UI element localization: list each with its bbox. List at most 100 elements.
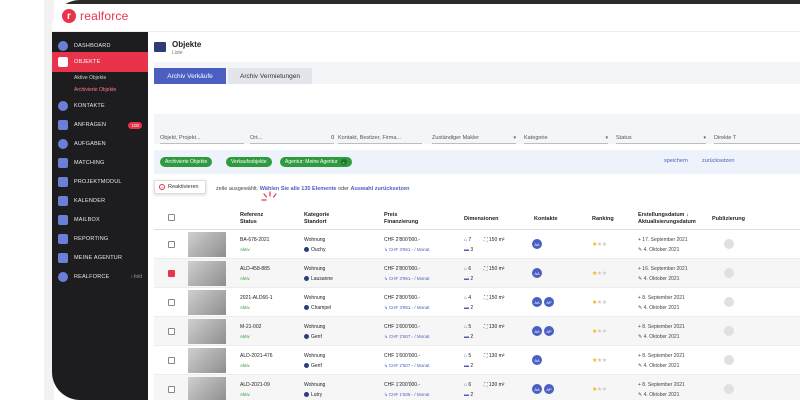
header-ranking[interactable]: Ranking [592, 216, 614, 223]
header-kategorie[interactable]: Kategorie Standort [304, 212, 329, 226]
ranking-stars[interactable]: ★★★ [592, 241, 607, 248]
filter-placeholder: Status [616, 134, 632, 141]
reaktivieren-menu-item[interactable]: + Reaktivieren [154, 180, 206, 194]
contact-avatar[interactable]: AA [532, 326, 542, 336]
kontakt-filter-input[interactable]: Kontakt, Besitzer, Firma... [338, 132, 422, 144]
contact-avatar[interactable]: AP [544, 326, 554, 336]
objekt-filter-input[interactable]: Objekt, Projekt... [160, 132, 244, 144]
publish-toggle[interactable] [724, 326, 734, 336]
rooms-value: 5 [468, 353, 472, 359]
publish-toggle[interactable] [724, 384, 734, 394]
sidebar-item-matching[interactable]: MATCHING [52, 153, 148, 173]
area-text: ⛶ 150 m² [484, 266, 504, 272]
sidebar-item-label: OBJEKTE [74, 59, 101, 65]
chip-archivierte-objekte[interactable]: Archivierte Objekte [160, 157, 213, 167]
header-referenz[interactable]: Referenz Status [240, 212, 263, 226]
publish-toggle[interactable] [724, 297, 734, 307]
reference-text[interactable]: M-21-002 [240, 324, 261, 330]
select-all-checkbox[interactable] [168, 214, 175, 221]
reset-filter-button[interactable]: zurücksetzen [702, 158, 734, 164]
rooms-text: ⌂ 7 [464, 237, 471, 243]
ranking-stars[interactable]: ★★★ [592, 270, 607, 277]
save-filter-button[interactable]: speichern [664, 158, 688, 164]
chip-agentur[interactable]: Agentur: Meine Agentur × [280, 157, 352, 167]
makler-filter-select[interactable]: Zuständiger Makler ▾ [432, 132, 516, 144]
sidebar-item-projektmodul[interactable]: PROJEKTMODUL [52, 172, 148, 192]
header-publizierung[interactable]: Publizierung [712, 216, 745, 223]
collapse-sidebar-button[interactable]: ‹ fold [131, 274, 142, 280]
header-kontakte[interactable]: Kontakte [534, 216, 558, 223]
sidebar-item-kontakte[interactable]: KONTAKTE [52, 96, 148, 116]
logo[interactable]: r realforce [62, 9, 129, 23]
status-text: Aktiv [240, 392, 250, 397]
sidebar-sub-archivierte-objekte[interactable]: Archivierte Objekte [52, 84, 148, 96]
ranking-stars[interactable]: ★★★ [592, 386, 607, 393]
filter-placeholder: Kontakt, Besitzer, Firma... [338, 134, 401, 141]
contact-avatar[interactable]: AA [532, 355, 542, 365]
sidebar-item-meine-agentur[interactable]: MEINE AGENTUR [52, 248, 148, 268]
table-row[interactable]: ALD-458-885 Aktiv Wohnung Lausanne CHF 2'800… [154, 259, 800, 288]
table-row[interactable]: BA-678-2021 Aktiv Wohnung Ouchy CHF 2'800'00… [154, 230, 800, 259]
property-thumbnail[interactable] [188, 348, 226, 373]
sidebar-sub-aktive-objekte[interactable]: Aktive Objekte [52, 72, 148, 84]
ranking-stars[interactable]: ★★★ [592, 328, 607, 335]
table-row[interactable]: M-21-002 Aktiv Wohnung Genf CHF 1'600'000.- ↳… [154, 317, 800, 346]
row-checkbox[interactable] [168, 357, 175, 364]
table-row[interactable]: ALD-2021-09 Aktiv Wohnung Lutry CHF 1'200'00… [154, 375, 800, 400]
reference-text[interactable]: ALD-458-885 [240, 266, 270, 272]
property-thumbnail[interactable] [188, 377, 226, 400]
building-icon [58, 57, 68, 67]
direkte-filter-select[interactable]: Direkte T [714, 132, 800, 144]
row-checkbox[interactable] [168, 386, 175, 393]
sidebar-item-anfragen[interactable]: ANFRAGEN 100 [52, 115, 148, 135]
table-row[interactable]: ALD-2021-476 Aktiv Wohnung Genf CHF 1'600'00… [154, 346, 800, 375]
ort-filter-input[interactable]: Ort... 0 [250, 132, 334, 144]
sidebar-item-mailbox[interactable]: MAILBOX [52, 210, 148, 230]
star-icon: ★ [601, 242, 607, 248]
contact-avatar[interactable]: AA [532, 297, 542, 307]
property-thumbnail[interactable] [188, 232, 226, 257]
sidebar-item-kalender[interactable]: KALENDER [52, 191, 148, 211]
row-checkbox[interactable] [168, 299, 175, 306]
reset-selection-link[interactable]: Auswahl zurücksetzen [351, 186, 410, 192]
header-erstellungsdatum[interactable]: Erstellungsdatum ↓ Aktualisierungsdatum [638, 212, 696, 226]
category-text: Wohnung [304, 295, 326, 301]
contact-avatar[interactable]: AP [544, 384, 554, 394]
publish-toggle[interactable] [724, 355, 734, 365]
property-thumbnail[interactable] [188, 290, 226, 315]
kategorie-filter-select[interactable]: Kategorie ▾ [524, 132, 608, 144]
area-value: 150 m² [488, 295, 505, 301]
contact-avatar[interactable]: AA [532, 268, 542, 278]
sidebar-item-aufgaben[interactable]: AUFGABEN [52, 134, 148, 154]
tab-archiv-verkaeufe[interactable]: Archiv Verkäufe [154, 68, 226, 84]
publish-toggle[interactable] [724, 239, 734, 249]
header-dimensionen[interactable]: Dimensionen [464, 216, 499, 223]
sidebar-item-reporting[interactable]: REPORTING [52, 229, 148, 249]
property-thumbnail[interactable] [188, 261, 226, 286]
chip-verkaufsobjekte[interactable]: Verkaufsobjekte [226, 157, 272, 167]
property-thumbnail[interactable] [188, 319, 226, 344]
status-filter-select[interactable]: Status ▾ [616, 132, 706, 144]
row-checkbox[interactable] [168, 328, 175, 335]
tab-archiv-vermietungen[interactable]: Archiv Vermietungen [228, 68, 312, 84]
contact-avatar[interactable]: AP [544, 297, 554, 307]
area-text: ⛶ 130 m² [484, 324, 504, 330]
table-row[interactable]: 2021-ALD66-1 Aktiv Wohnung Champel CHF 2'800… [154, 288, 800, 317]
ranking-stars[interactable]: ★★★ [592, 357, 607, 364]
row-checkbox[interactable] [168, 241, 175, 248]
contact-avatar[interactable]: AA [532, 239, 542, 249]
reference-text[interactable]: BA-678-2021 [240, 237, 269, 243]
bath-text: ▬ 2 [464, 363, 473, 369]
row-checkbox[interactable] [168, 270, 175, 277]
bath-value: 2 [470, 363, 474, 369]
publish-toggle[interactable] [724, 268, 734, 278]
ranking-stars[interactable]: ★★★ [592, 299, 607, 306]
close-icon[interactable]: × [340, 159, 347, 165]
reference-text[interactable]: ALD-2021-476 [240, 353, 273, 359]
sidebar-item-objekte[interactable]: OBJEKTE [52, 52, 148, 72]
reference-text[interactable]: ALD-2021-09 [240, 382, 270, 388]
contact-avatar[interactable]: AA [532, 384, 542, 394]
header-preis[interactable]: Preis Finanzierung [384, 212, 418, 226]
reference-text[interactable]: 2021-ALD66-1 [240, 295, 273, 301]
price-text: CHF 1'600'000.- [384, 353, 421, 359]
